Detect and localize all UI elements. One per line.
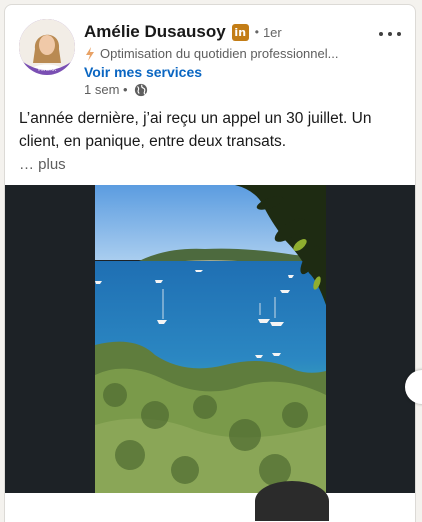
post-meta: 1 sem •	[84, 82, 148, 97]
author-name-row: Amélie Dusausoy in • 1er	[84, 22, 282, 42]
bay-photo	[95, 185, 326, 493]
headline-text: Optimisation du quotidien professionnel.…	[100, 46, 339, 61]
separator-dot: •	[254, 25, 259, 39]
author-name[interactable]: Amélie Dusausoy	[84, 22, 226, 42]
more-icon[interactable]	[379, 27, 401, 41]
author-avatar[interactable]: #WORK	[19, 19, 75, 75]
more-dot	[397, 32, 401, 36]
globe-icon	[134, 83, 147, 96]
feed-post-card: #WORK Amélie Dusausoy in • 1er Optimisat…	[4, 4, 416, 522]
post-media[interactable]	[5, 185, 415, 493]
author-photo: #WORK	[19, 19, 75, 75]
post-header: #WORK Amélie Dusausoy in • 1er Optimisat…	[5, 5, 415, 105]
connection-degree: 1er	[262, 24, 282, 40]
author-headline: Optimisation du quotidien professionnel.…	[84, 46, 364, 61]
view-services-link[interactable]: Voir mes services	[84, 64, 202, 80]
spark-icon	[86, 46, 94, 61]
avatar-badge-text: #WORK	[38, 67, 57, 73]
post-text: L’année dernière, j’ai reçu un appel un …	[19, 110, 372, 150]
post-time: 1 sem •	[84, 82, 128, 97]
premium-badge-icon: in	[231, 23, 249, 41]
next-post-avatar	[255, 481, 329, 521]
more-dot	[388, 32, 392, 36]
more-dot	[379, 32, 383, 36]
see-more-button[interactable]: … plus	[19, 156, 66, 173]
